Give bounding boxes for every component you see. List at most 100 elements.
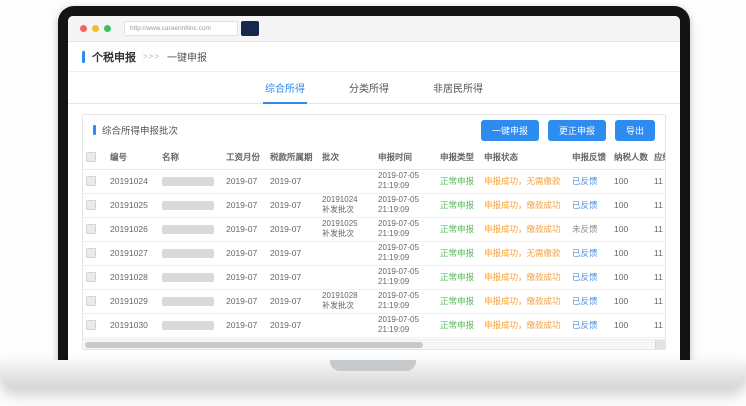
scrollbar-corner	[655, 340, 665, 349]
cell-id: 20191024	[107, 169, 159, 193]
cell-batch	[319, 313, 375, 337]
window-close-icon[interactable]	[80, 25, 87, 32]
cell-status: 申报成功，缴款成功	[481, 217, 569, 241]
cell-salary-month: 2019-07	[223, 169, 267, 193]
cell-feedback: 未反馈	[569, 217, 611, 241]
cell-name	[159, 289, 223, 313]
cell-amount: 11	[651, 241, 665, 265]
cell-declare-type: 正常申报	[437, 169, 481, 193]
cell-status: 申报成功，缴款成功	[481, 289, 569, 313]
cell-id: 20191030	[107, 313, 159, 337]
select-all-checkbox[interactable]	[86, 152, 96, 162]
cell-declare-time: 2019-07-05 21:19:09	[375, 193, 437, 217]
cell-taxpayer-count: 100	[611, 169, 651, 193]
window-zoom-icon[interactable]	[104, 25, 111, 32]
column-header: 工资月份	[223, 145, 267, 169]
cell-declare-time: 2019-07-05 21:19:09	[375, 289, 437, 313]
action-button-1[interactable]: 一键申报	[481, 120, 539, 141]
cell-taxpayer-count: 100	[611, 217, 651, 241]
browser-extension-icon[interactable]	[241, 21, 259, 36]
row-checkbox[interactable]	[86, 200, 96, 210]
cell-declare-type: 正常申报	[437, 265, 481, 289]
url-text: http://www.careerintlinc.com	[130, 25, 211, 32]
scrollbar-thumb[interactable]	[85, 342, 423, 348]
page-header: 个税申报 >>> 一键申报	[68, 42, 680, 72]
cell-tax-period: 2019-07	[267, 265, 319, 289]
cell-tax-period: 2019-07	[267, 169, 319, 193]
cell-feedback: 已反馈	[569, 241, 611, 265]
cell-checkbox	[83, 217, 107, 241]
cell-name	[159, 217, 223, 241]
url-bar[interactable]: http://www.careerintlinc.com	[124, 21, 238, 36]
column-header: 批次	[319, 145, 375, 169]
row-checkbox[interactable]	[86, 248, 96, 258]
cell-name	[159, 265, 223, 289]
window-minimize-icon[interactable]	[92, 25, 99, 32]
table-row: 201910302019-072019-072019-07-05 21:19:0…	[83, 313, 665, 337]
cell-name	[159, 169, 223, 193]
redacted-name	[162, 177, 214, 186]
cell-batch: 20191025 补发批次	[319, 217, 375, 241]
column-header: 申报时间	[375, 145, 437, 169]
cell-status: 申报成功，缴款成功	[481, 193, 569, 217]
cell-amount: 11	[651, 265, 665, 289]
laptop-base	[0, 360, 746, 388]
cell-checkbox	[83, 193, 107, 217]
row-checkbox[interactable]	[86, 176, 96, 186]
tab-bar: 综合所得 分类所得 非居民所得	[68, 72, 680, 104]
cell-checkbox	[83, 241, 107, 265]
cell-declare-type: 正常申报	[437, 241, 481, 265]
cell-salary-month: 2019-07	[223, 217, 267, 241]
browser-chrome: http://www.careerintlinc.com	[68, 16, 680, 42]
tab-3[interactable]: 非居民所得	[431, 72, 485, 104]
horizontal-scrollbar[interactable]	[83, 339, 665, 349]
table-row: 201910272019-072019-072019-07-05 21:19:0…	[83, 241, 665, 265]
cell-declare-type: 正常申报	[437, 313, 481, 337]
column-header: 编号	[107, 145, 159, 169]
cell-declare-type: 正常申报	[437, 193, 481, 217]
action-button-3[interactable]: 导出	[615, 120, 655, 141]
cell-amount: 11	[651, 169, 665, 193]
redacted-name	[162, 297, 214, 306]
cell-declare-time: 2019-07-05 21:19:09	[375, 217, 437, 241]
redacted-name	[162, 249, 214, 258]
cell-batch: 20191024 补发批次	[319, 193, 375, 217]
cell-id: 20191026	[107, 217, 159, 241]
select-all-cell	[83, 145, 107, 169]
action-button-2[interactable]: 更正申报	[548, 120, 606, 141]
panel-title: 综合所得申报批次	[102, 123, 178, 137]
cell-feedback: 已反馈	[569, 169, 611, 193]
cell-tax-period: 2019-07	[267, 193, 319, 217]
row-checkbox[interactable]	[86, 224, 96, 234]
cell-salary-month: 2019-07	[223, 193, 267, 217]
tab-1[interactable]: 综合所得	[263, 72, 307, 104]
cell-status: 申报成功，无需缴款	[481, 169, 569, 193]
cell-amount: 11	[651, 313, 665, 337]
cell-status: 申报成功，无需缴款	[481, 241, 569, 265]
cell-taxpayer-count: 100	[611, 265, 651, 289]
row-checkbox[interactable]	[86, 320, 96, 330]
cell-taxpayer-count: 100	[611, 289, 651, 313]
tab-2[interactable]: 分类所得	[347, 72, 391, 104]
row-checkbox[interactable]	[86, 272, 96, 282]
row-checkbox[interactable]	[86, 296, 96, 306]
table-row: 201910282019-072019-072019-07-05 21:19:0…	[83, 265, 665, 289]
table-head-row: 编号名称工资月份税款所属期批次申报时间申报类型申报状态申报反馈纳税人数应缴税额	[83, 145, 665, 169]
table-row: 201910292019-072019-0720191028 补发批次2019-…	[83, 289, 665, 313]
cell-declare-type: 正常申报	[437, 217, 481, 241]
breadcrumb-current: 一键申报	[167, 49, 207, 64]
cell-status: 申报成功，缴款成功	[481, 313, 569, 337]
panel-actions: 一键申报更正申报导出	[472, 120, 655, 141]
cell-feedback: 已反馈	[569, 193, 611, 217]
cell-feedback: 已反馈	[569, 313, 611, 337]
column-header: 申报反馈	[569, 145, 611, 169]
cell-feedback: 已反馈	[569, 289, 611, 313]
column-header: 税款所属期	[267, 145, 319, 169]
panel-header: 综合所得申报批次 一键申报更正申报导出	[83, 115, 665, 145]
cell-status: 申报成功，缴款成功	[481, 265, 569, 289]
column-header: 申报状态	[481, 145, 569, 169]
cell-taxpayer-count: 100	[611, 193, 651, 217]
cell-declare-time: 2019-07-05 21:19:09	[375, 265, 437, 289]
cell-salary-month: 2019-07	[223, 289, 267, 313]
app-content: 个税申报 >>> 一键申报 综合所得 分类所得 非居民所得 综合所得申报批次 一键申…	[68, 42, 680, 362]
